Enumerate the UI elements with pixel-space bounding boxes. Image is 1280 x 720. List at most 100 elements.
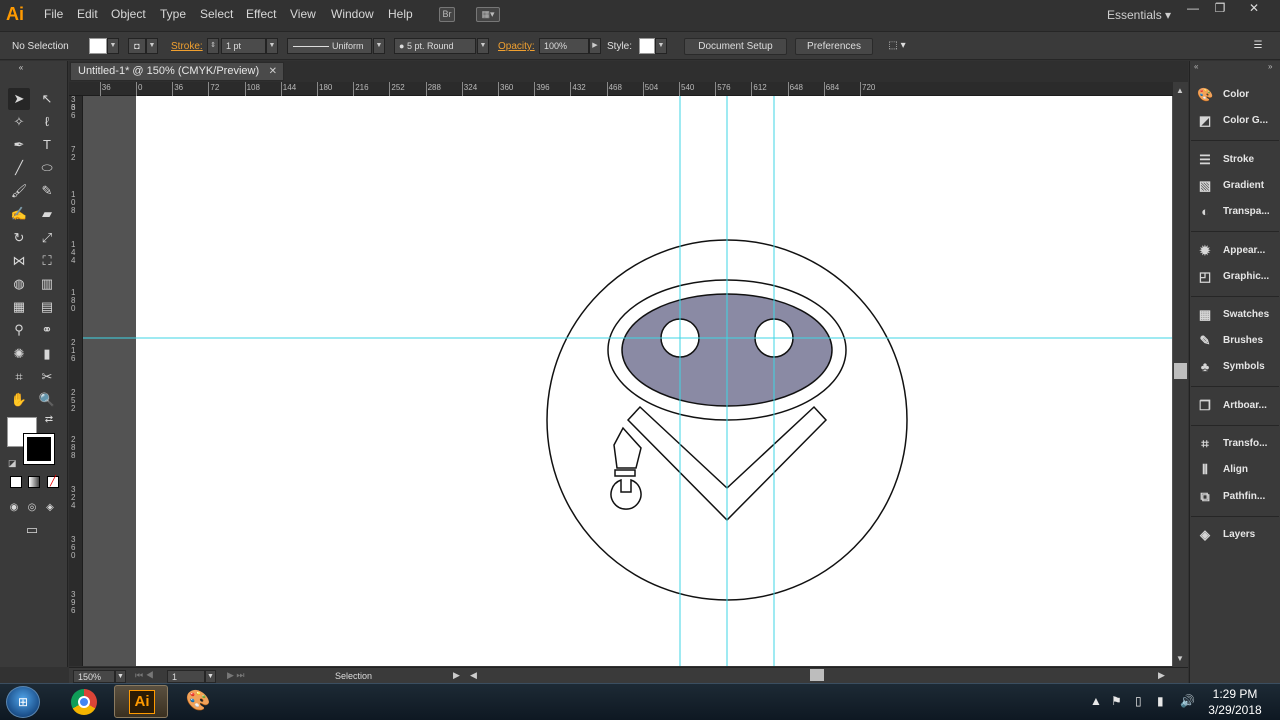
menu-view[interactable]: View: [290, 7, 316, 21]
stroke-weight-field[interactable]: 1 pt: [221, 38, 266, 54]
workspace-switcher[interactable]: Essentials ▾: [1107, 8, 1171, 22]
taskbar-illustrator[interactable]: Ai: [114, 685, 168, 718]
eyedropper-tool-icon[interactable]: ⚲: [8, 319, 30, 341]
clock-date[interactable]: 3/29/2018: [1205, 703, 1265, 717]
battery-icon[interactable]: ▯: [1135, 694, 1142, 708]
panel-color-guide[interactable]: ◩ Color G...: [1195, 110, 1280, 132]
direct-selection-tool-icon[interactable]: ↖: [36, 88, 58, 110]
blob-brush-tool-icon[interactable]: ✍: [8, 203, 30, 225]
scroll-right-icon[interactable]: ▶: [1158, 670, 1165, 681]
artboard-dropdown-icon[interactable]: ▼: [205, 670, 216, 683]
scroll-down-icon[interactable]: ▼: [1176, 654, 1184, 663]
swap-fill-stroke-icon[interactable]: ⇄: [42, 413, 56, 427]
expand-panels-icon[interactable]: «: [1194, 62, 1198, 71]
stroke-swatch[interactable]: ◘: [128, 38, 146, 54]
action-center-flag-icon[interactable]: ⚑: [1111, 694, 1122, 708]
artboard[interactable]: [136, 96, 1172, 666]
pencil-tool-icon[interactable]: ✎: [36, 180, 58, 202]
scroll-left-icon[interactable]: ◀: [470, 670, 477, 681]
menu-object[interactable]: Object: [111, 7, 146, 21]
show-hidden-icons[interactable]: ▲: [1090, 694, 1102, 708]
slice-tool-icon[interactable]: ✂: [36, 366, 58, 388]
menu-edit[interactable]: Edit: [77, 7, 98, 21]
menu-effect[interactable]: Effect: [246, 7, 276, 21]
minimize-icon[interactable]: —: [1180, 2, 1206, 16]
perspective-grid-tool-icon[interactable]: ▥: [36, 273, 58, 295]
artboard-nav-last-icon[interactable]: ▶ ⏭: [227, 670, 245, 681]
wrench-neck[interactable]: [614, 469, 636, 477]
paintbrush-tool-icon[interactable]: 🖌: [8, 180, 30, 202]
menu-help[interactable]: Help: [388, 7, 413, 21]
volume-icon[interactable]: 🔊: [1180, 694, 1195, 708]
panel-color[interactable]: 🎨 Color: [1195, 84, 1280, 106]
network-icon[interactable]: ▮: [1157, 694, 1164, 708]
preferences-button[interactable]: Preferences: [795, 38, 873, 55]
shape-builder-tool-icon[interactable]: ◍: [8, 273, 30, 295]
menu-file[interactable]: File: [44, 7, 63, 21]
panel-pathfinder[interactable]: ⧉ Pathfin...: [1195, 486, 1280, 508]
default-colors-icon[interactable]: ◪: [8, 458, 17, 469]
graphic-style-swatch[interactable]: [639, 38, 655, 54]
panel-transparency[interactable]: ◐ Transpa...: [1195, 201, 1280, 223]
horizontal-scroll-thumb[interactable]: [810, 669, 824, 681]
fill-dropdown-icon[interactable]: ▼: [107, 38, 119, 54]
stroke-stepper[interactable]: ⇕: [207, 38, 219, 54]
graph-tool-icon[interactable]: ▮: [36, 343, 58, 365]
menu-type[interactable]: Type: [160, 7, 186, 21]
bridge-icon[interactable]: Br: [439, 7, 455, 22]
current-tool-status[interactable]: Selection: [335, 671, 372, 681]
vertical-scroll-thumb[interactable]: [1174, 363, 1187, 379]
mesh-tool-icon[interactable]: ▦: [8, 296, 30, 318]
taskbar-chrome[interactable]: [57, 685, 111, 718]
panel-align[interactable]: ⫴ Align: [1195, 459, 1280, 481]
eraser-tool-icon[interactable]: ▰: [36, 203, 58, 225]
horizontal-ruler[interactable]: 36 0 36 72 108 144 180 216 252 288 324 360 396 432 468…: [69, 82, 1173, 96]
dock-collapse-icon[interactable]: »: [1268, 62, 1272, 71]
none-mode-icon[interactable]: ╱: [47, 476, 59, 488]
opacity-label[interactable]: Opacity:: [498, 41, 535, 52]
stroke-label[interactable]: Stroke:: [171, 41, 203, 52]
zoom-tool-icon[interactable]: 🔍: [36, 389, 58, 411]
restore-icon[interactable]: ❐: [1207, 2, 1233, 16]
pen-tool-icon[interactable]: ✒: [8, 134, 30, 156]
rotate-tool-icon[interactable]: ↻: [8, 227, 30, 249]
free-transform-tool-icon[interactable]: ⛶: [36, 250, 58, 272]
panel-layers[interactable]: ◈ Layers: [1195, 524, 1280, 546]
blend-tool-icon[interactable]: ⚭: [36, 319, 58, 341]
line-tool-icon[interactable]: ╱: [8, 157, 30, 179]
collapse-icon[interactable]: «: [10, 64, 32, 74]
menu-select[interactable]: Select: [200, 7, 233, 21]
opacity-field[interactable]: 100%: [539, 38, 589, 54]
draw-normal-icon[interactable]: ◉: [6, 497, 22, 519]
scroll-up-icon[interactable]: ▲: [1176, 86, 1184, 95]
type-tool-icon[interactable]: T: [36, 134, 58, 156]
ellipse-tool-icon[interactable]: ⬭: [36, 157, 58, 179]
screen-mode-icon[interactable]: ▭: [20, 519, 44, 541]
document-tab[interactable]: Untitled-1* @ 150% (CMYK/Preview) ✕: [70, 62, 284, 81]
stroke-weight-dropdown-icon[interactable]: ▼: [266, 38, 278, 54]
control-panel-menu-icon[interactable]: ☰: [1248, 38, 1268, 55]
stroke-color-icon[interactable]: [23, 433, 55, 465]
selection-tool-icon[interactable]: ➤: [8, 88, 30, 110]
panel-stroke[interactable]: ☰ Stroke: [1195, 149, 1280, 171]
profile-dropdown-icon[interactable]: ▼: [373, 38, 385, 54]
artwork[interactable]: [136, 96, 1172, 666]
arrange-documents-icon[interactable]: ▦▾: [476, 7, 500, 22]
gradient-mode-icon[interactable]: [28, 476, 40, 488]
start-button-icon[interactable]: ⊞: [6, 686, 40, 718]
vertical-ruler[interactable]: 3 63 67 21 0 81 4 41 8 02 1 62 5 22 8 83…: [69, 96, 83, 666]
panel-transform[interactable]: ⌗ Transfo...: [1195, 433, 1280, 455]
panel-appearance[interactable]: ✹ Appear...: [1195, 240, 1280, 262]
artboard-nav-first-icon[interactable]: ⏮ ◀: [135, 670, 154, 681]
panel-swatches[interactable]: ▦ Swatches: [1195, 304, 1280, 326]
wrench-head[interactable]: [610, 478, 642, 510]
gradient-tool-icon[interactable]: ▤: [36, 296, 58, 318]
zoom-dropdown-icon[interactable]: ▼: [115, 670, 126, 683]
panel-graphic-styles[interactable]: ◰ Graphic...: [1195, 266, 1280, 288]
zoom-field[interactable]: 150%: [73, 670, 115, 683]
lasso-tool-icon[interactable]: ℓ: [36, 111, 58, 133]
color-mode-icon[interactable]: [10, 476, 22, 488]
brush-definition[interactable]: ● 5 pt. Round: [394, 38, 476, 54]
panel-brushes[interactable]: ✎ Brushes: [1195, 330, 1280, 352]
close-icon[interactable]: ✕: [1241, 2, 1267, 16]
